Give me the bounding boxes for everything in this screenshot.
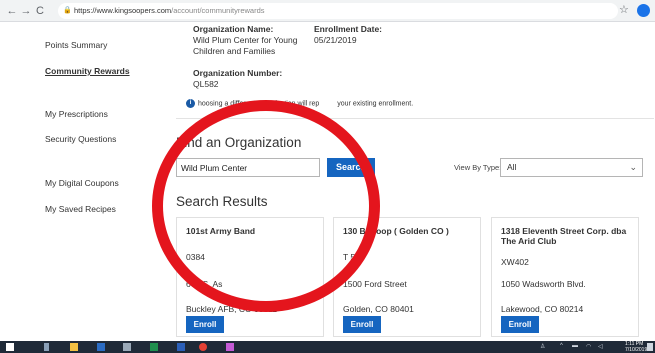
card-address: 1050 Wadsworth Blvd. xyxy=(501,279,586,289)
card-org-number: XW402 xyxy=(501,257,529,267)
clock-date: 7/10/2019 xyxy=(625,347,648,353)
app-icon[interactable] xyxy=(123,343,131,351)
enrollment-date: 05/21/2019 xyxy=(314,35,357,45)
volume-icon[interactable]: ◁ xyxy=(598,343,603,350)
result-card: 1318 Eleventh Street Corp. dba The Arid … xyxy=(491,217,639,337)
chevron-down-icon: ⌄ xyxy=(629,162,637,172)
profile-avatar[interactable] xyxy=(637,4,650,17)
view-by-type-value: All xyxy=(507,162,517,172)
card-address: 1500 Ford Street xyxy=(343,279,407,289)
word-icon[interactable] xyxy=(177,343,185,351)
org-name-label: Organization Name: xyxy=(193,24,274,34)
note-text-end: your existing enrollment. xyxy=(337,100,414,108)
org-name-line1: Wild Plum Center for Young xyxy=(193,35,298,45)
enroll-button[interactable]: Enroll xyxy=(343,316,381,333)
url-host: https://www.kingsoopers.com xyxy=(74,6,172,15)
file-explorer-icon[interactable] xyxy=(70,343,78,351)
info-icon: i xyxy=(186,99,195,108)
view-by-type-label: View By Type: xyxy=(454,163,502,172)
red-annotation-circle xyxy=(152,100,380,312)
nav-community-rewards[interactable]: Community Rewards xyxy=(45,66,130,76)
windows-start-icon[interactable] xyxy=(6,343,14,351)
notification-icon[interactable] xyxy=(647,343,653,351)
excel-icon[interactable] xyxy=(150,343,158,351)
card-org-name: 1318 Eleventh Street Corp. dba The Arid … xyxy=(501,226,627,246)
outlook-icon[interactable] xyxy=(97,343,105,351)
people-icon[interactable]: ♙ xyxy=(540,343,545,350)
enrollment-date-label: Enrollment Date: xyxy=(314,24,383,34)
app-icon[interactable] xyxy=(226,343,234,351)
card-city: Golden, CO 80401 xyxy=(343,304,414,314)
bookmark-star-icon[interactable]: ☆ xyxy=(619,3,629,16)
address-bar[interactable]: 🔒 https://www.kingsoopers.com/account/co… xyxy=(58,3,618,19)
nav-security-questions[interactable]: Security Questions xyxy=(45,134,116,144)
org-number: QL582 xyxy=(193,79,219,89)
view-by-type-select[interactable]: All ⌄ xyxy=(500,158,643,177)
taskbar-clock[interactable]: 1:11 PM 7/10/2019 xyxy=(625,341,647,353)
lock-icon: 🔒 xyxy=(63,7,72,14)
reload-icon[interactable]: C xyxy=(32,3,48,19)
windows-taskbar: ♙ ^ ▬ ◠ ◁ 1:11 PM 7/10/2019 xyxy=(0,341,655,353)
browser-toolbar: ← → C 🔒 https://www.kingsoopers.com/acco… xyxy=(0,0,655,22)
org-name-line2: Children and Families xyxy=(193,46,276,56)
nav-my-digital-coupons[interactable]: My Digital Coupons xyxy=(45,178,119,188)
enroll-button[interactable]: Enroll xyxy=(186,316,224,333)
battery-icon[interactable]: ▬ xyxy=(572,343,578,349)
nav-my-prescriptions[interactable]: My Prescriptions xyxy=(45,109,108,119)
task-view-icon[interactable] xyxy=(44,343,49,351)
chrome-icon[interactable] xyxy=(199,343,207,351)
url-path: /account/communityrewards xyxy=(171,6,265,15)
chevron-up-icon[interactable]: ^ xyxy=(560,343,563,349)
org-number-label: Organization Number: xyxy=(193,68,283,78)
nav-points-summary[interactable]: Points Summary xyxy=(45,40,107,50)
nav-my-saved-recipes[interactable]: My Saved Recipes xyxy=(45,204,116,214)
card-city: Lakewood, CO 80214 xyxy=(501,304,584,314)
enroll-button[interactable]: Enroll xyxy=(501,316,539,333)
network-icon[interactable]: ◠ xyxy=(586,343,591,350)
